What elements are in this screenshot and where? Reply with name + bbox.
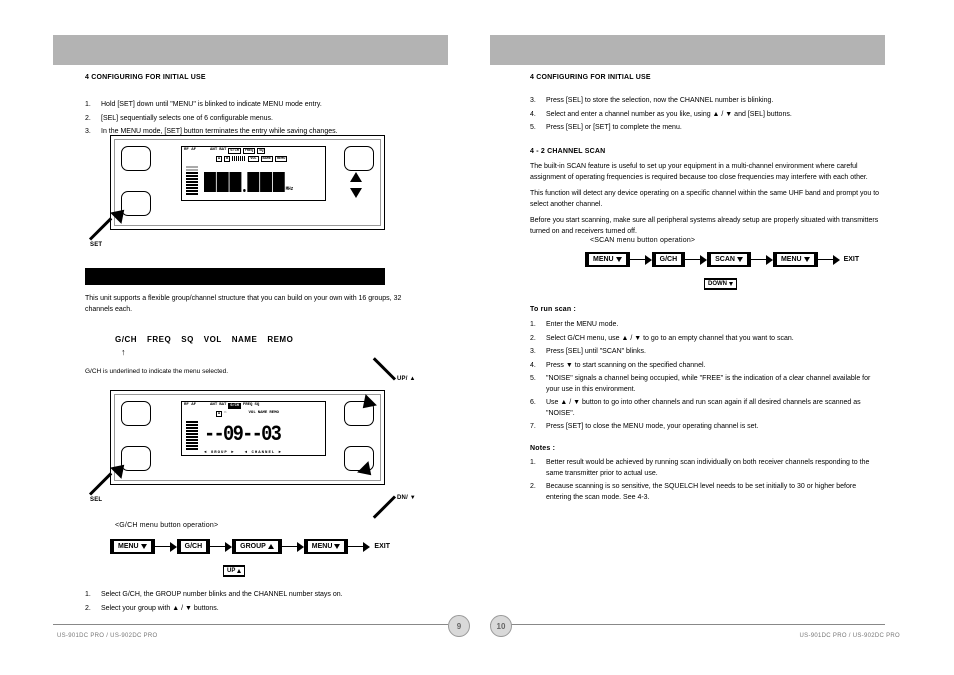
panel1-btn-top-left[interactable] — [121, 146, 151, 171]
flow-arrow-icon — [210, 543, 232, 551]
flow2-caption: <SCAN menu button operation> — [590, 237, 695, 244]
left-footer-line — [53, 624, 448, 625]
page-right: 4 CONFIGURING FOR INITIAL USE 3.Press [S… — [490, 0, 930, 675]
menu-item-list: G/CH FREQ SQ VOL NAME REMO — [115, 335, 293, 344]
pointer-sel-label: SEL — [90, 497, 102, 503]
pointer-set-label: SET — [90, 242, 102, 248]
triangle-up-icon — [350, 172, 362, 182]
flow2-gch: G/CH — [652, 252, 686, 267]
section-4-1-bar — [85, 268, 385, 285]
flow1-exit: EXIT — [374, 543, 390, 550]
flow-arrow-icon — [630, 256, 652, 264]
flow-1: MENU G/CH GROUP MENU EXIT — [110, 539, 390, 554]
flow-arrow-icon — [685, 256, 707, 264]
panel2-digits: --09--03 — [204, 422, 280, 447]
up-arrow-under-gch: ↑ — [121, 347, 126, 357]
menu-sq: SQ — [181, 335, 194, 344]
panel1-up-down[interactable] — [350, 172, 362, 198]
pointer-dn-label: DN/ ▼ — [397, 495, 416, 501]
notes-title: Notes : — [530, 445, 555, 452]
gch-underlined-note: G/CH is underlined to indicate the menu … — [85, 367, 410, 377]
right-footer-text: US-901DC PRO / US-902DC PRO — [800, 633, 900, 639]
flow-2: MENU G/CH SCAN MENU EXIT — [585, 252, 859, 267]
left-page-number-dot: 9 — [448, 615, 470, 637]
flow1-caption: <G/CH menu button operation> — [115, 522, 218, 529]
panel1-digits: MHz — [204, 172, 293, 192]
menu-name: NAME — [232, 335, 258, 344]
left-title-bar — [53, 35, 448, 65]
right-footer-line — [490, 624, 885, 625]
flow-arrow-icon — [282, 543, 304, 551]
vu-meter-icon-2 — [186, 414, 198, 450]
menu-vol: VOL — [204, 335, 222, 344]
flow1-up-box: UP — [223, 565, 245, 577]
triangle-down-icon — [350, 188, 362, 198]
flow1-menu2: MENU — [304, 539, 349, 554]
page-left: 4 CONFIGURING FOR INITIAL USE 1.Hold [SE… — [35, 0, 475, 675]
flow-arrow-icon — [751, 256, 773, 264]
scan-title: 4 - 2 CHANNEL SCAN — [530, 148, 605, 155]
flow-arrow-icon — [155, 543, 177, 551]
device-panel-1: RF AF ANTBAT G/CHFREQSQ AB VOLNAMEREMO M… — [110, 135, 385, 230]
left-footer-text: US-901DC PRO / US-902DC PRO — [57, 633, 157, 639]
flow2-exit: EXIT — [844, 256, 860, 263]
intro-line-1: Hold [SET] down until "MENU" is blinked … — [101, 100, 322, 111]
flow1-sub: UP — [223, 565, 245, 577]
panel1-btn-top-right[interactable] — [344, 146, 374, 171]
vu-meter-icon — [186, 159, 198, 195]
flow2-down-box: DOWN — [704, 278, 737, 290]
right-page-number-dot: 10 — [490, 615, 512, 637]
pointer-sel — [90, 465, 125, 500]
pointer-set — [90, 210, 125, 245]
flow-arrow-icon — [818, 256, 840, 264]
menu-gch: G/CH — [115, 335, 137, 344]
device-panel-2: RF AFANTBAT G/CH FREQSQ AB VOLNAMEREMO -… — [110, 390, 385, 485]
pointer-up — [365, 378, 400, 413]
left-section-header: 4 CONFIGURING FOR INITIAL USE — [85, 74, 206, 81]
right-title-bar — [490, 35, 885, 65]
run-scan-title: To run scan : — [530, 306, 576, 313]
panel2-lcd: RF AFANTBAT G/CH FREQSQ AB VOLNAMEREMO -… — [181, 401, 326, 456]
intro-line-2: [SEL] sequentially selects one of 6 conf… — [101, 114, 273, 125]
notes-list: 1.Better result would be achieved by run… — [530, 458, 880, 506]
scan-paras: The built-in SCAN feature is useful to s… — [530, 162, 880, 237]
pointer-up-label: UP/ ▲ — [397, 376, 416, 382]
flow-arrow-icon — [348, 543, 370, 551]
panel1-lcd: RF AF ANTBAT G/CHFREQSQ AB VOLNAMEREMO M… — [181, 146, 326, 201]
run-scan-steps: 1.Enter the MENU mode. 2.Select G/CH men… — [530, 320, 880, 436]
flow1-gch: G/CH — [177, 539, 211, 554]
right-section-header: 4 CONFIGURING FOR INITIAL USE — [530, 74, 651, 81]
panel2-btn-set[interactable] — [121, 401, 151, 426]
menu-remo: REMO — [267, 335, 293, 344]
pointer-dn — [365, 465, 400, 500]
flow2-menu1: MENU — [585, 252, 630, 267]
right-carryover-steps: 3.Press [SEL] to store the selection, no… — [530, 96, 870, 137]
flow2-scan: SCAN — [707, 252, 751, 267]
group-para: This unit supports a flexible group/chan… — [85, 294, 410, 315]
flow2-sub: DOWN — [704, 278, 737, 290]
flow1-menu1: MENU — [110, 539, 155, 554]
flow1-group: GROUP — [232, 539, 282, 554]
flow2-menu2: MENU — [773, 252, 818, 267]
left-steps: 1.Select G/CH, the GROUP number blinks a… — [85, 590, 425, 617]
menu-freq: FREQ — [147, 335, 171, 344]
